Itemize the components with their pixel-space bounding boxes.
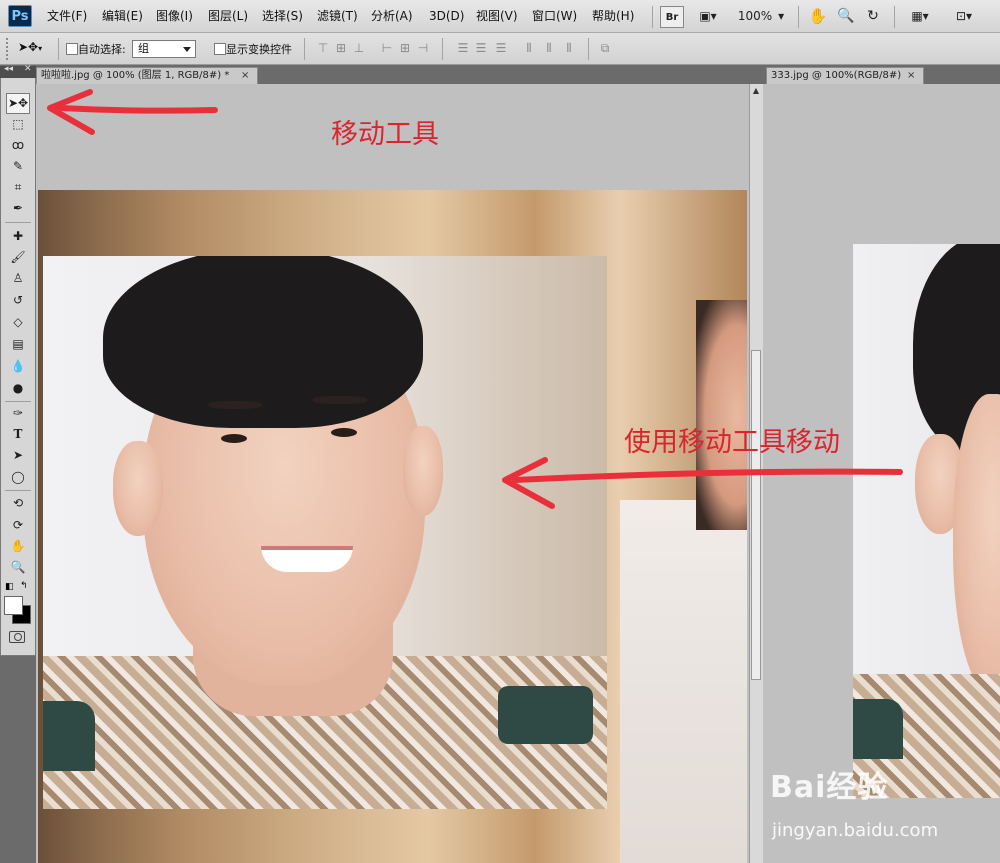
arrow-to-layer-head xyxy=(502,457,555,509)
arrow-to-move-tool-shaft xyxy=(57,105,218,114)
annotation-move-tool: 移动工具 xyxy=(331,119,439,150)
baidu-watermark-logo: Bai经验 xyxy=(770,770,889,805)
arrow-to-layer-shaft xyxy=(512,468,903,483)
baidu-watermark-url: jingyan.baidu.com xyxy=(772,820,939,841)
annotation-arrows xyxy=(47,89,903,509)
annotation-use-move-tool: 使用移动工具移动 xyxy=(624,427,840,458)
